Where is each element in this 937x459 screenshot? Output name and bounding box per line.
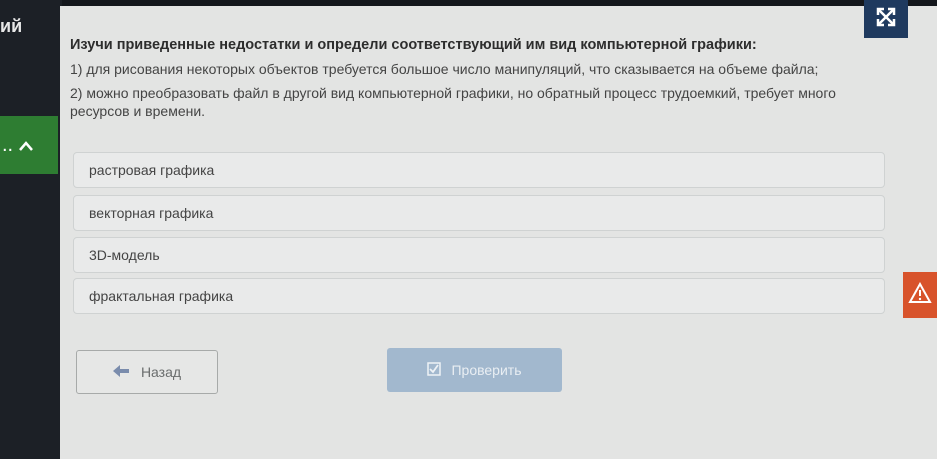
- option-vector[interactable]: векторная графика: [73, 195, 885, 231]
- arrow-left-icon: [112, 364, 129, 380]
- question-line-1: 1) для рисования некоторых объектов треб…: [70, 61, 819, 77]
- chevron-up-icon: [18, 136, 34, 156]
- question-block: Изучи приведенные недостатки и определи …: [70, 36, 870, 126]
- check-button[interactable]: Проверить: [387, 348, 562, 392]
- back-button-label: Назад: [140, 364, 182, 380]
- sidebar-collapse-toggle[interactable]: ..: [0, 116, 58, 174]
- option-fractal[interactable]: фрактальная графика: [73, 278, 885, 314]
- sidebar-partial-label: ий: [0, 16, 23, 36]
- question-line-2: 2) можно преобразовать файл в другой вид…: [70, 85, 836, 119]
- warning-icon: [908, 281, 932, 309]
- sidebar-dots: ..: [2, 134, 14, 156]
- check-button-label: Проверить: [451, 362, 522, 378]
- question-title: Изучи приведенные недостатки и определи …: [70, 37, 757, 53]
- report-issue-button[interactable]: [903, 272, 937, 318]
- checkbox-icon: [427, 361, 442, 379]
- sidebar: ий ..: [0, 0, 62, 459]
- back-button[interactable]: Назад: [76, 350, 218, 394]
- option-3d-model[interactable]: 3D-модель: [73, 237, 885, 273]
- expand-button[interactable]: [864, 0, 908, 38]
- expand-icon: [875, 6, 897, 33]
- option-raster[interactable]: растровая графика: [73, 152, 885, 188]
